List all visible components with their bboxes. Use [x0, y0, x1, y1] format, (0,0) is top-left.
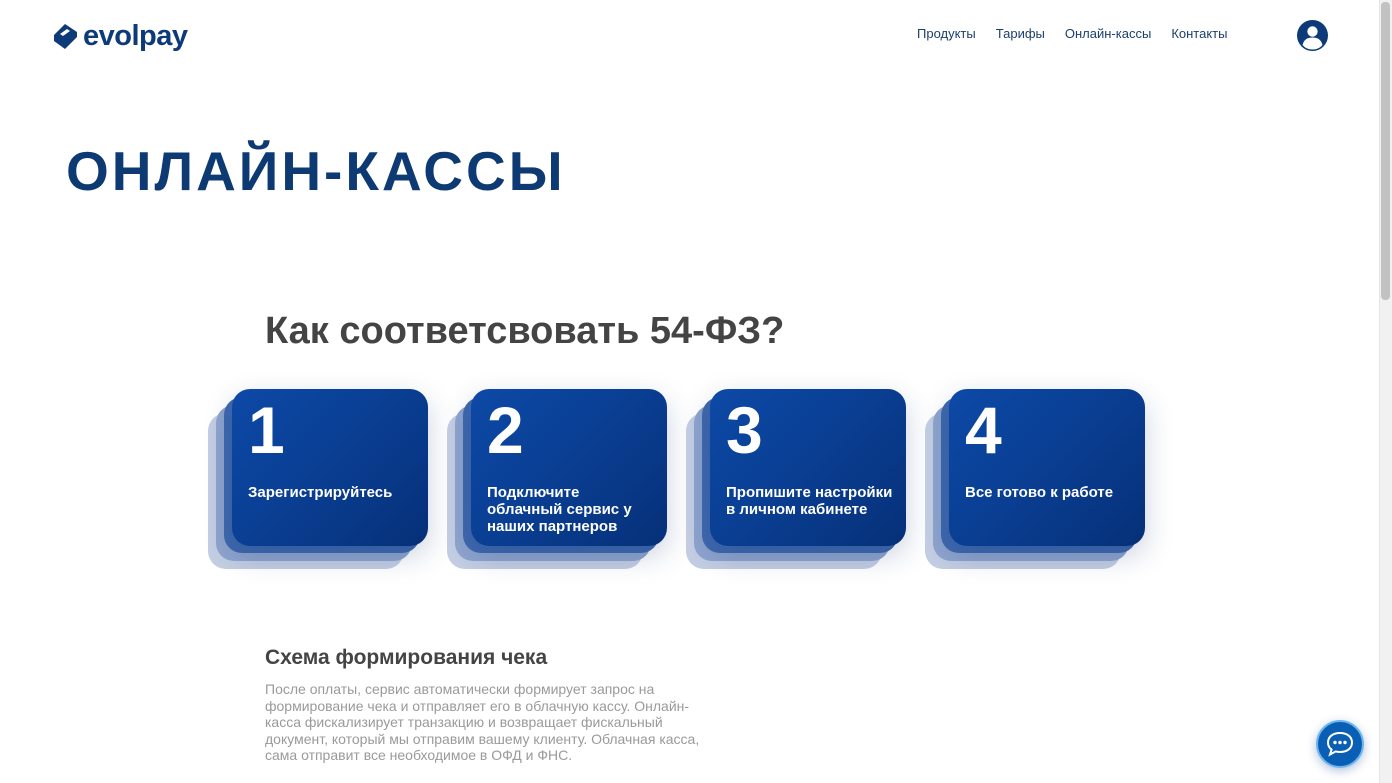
step-card-2: 2 Подключите облачный сервис у наших пар… [447, 389, 667, 571]
nav-contacts[interactable]: Контакты [1171, 26, 1227, 42]
step-card-face: 1 Зарегистрируйтесь [232, 389, 428, 546]
scheme-heading: Схема формирования чека [265, 646, 548, 669]
step-number: 1 [248, 393, 285, 467]
step-card-face: 2 Подключите облачный сервис у наших пар… [471, 389, 667, 546]
step-label: Подключите облачный сервис у наших партн… [487, 484, 632, 535]
steps-list: 1 Зарегистрируйтесь 2 Подключите облачны… [208, 389, 1148, 574]
nav-products[interactable]: Продукты [917, 26, 976, 42]
step-label: Пропишите настройки в личном кабинете [726, 484, 893, 518]
main-nav: Продукты Тарифы Онлайн-кассы Контакты [917, 26, 1227, 42]
evolpay-logo-icon [54, 24, 77, 49]
scheme-description: После оплаты, сервис автоматически форми… [265, 681, 700, 764]
brand-logo[interactable]: evolpay [51, 19, 188, 51]
nav-online-kassas[interactable]: Онлайн-кассы [1065, 26, 1151, 42]
step-number: 2 [487, 393, 524, 467]
step-number: 3 [726, 393, 763, 467]
page-title: ОНЛАЙН-КАССЫ [66, 140, 566, 202]
brand-name: evolpay [83, 20, 188, 52]
step-label: Все готово к работе [965, 484, 1114, 501]
step-label: Зарегистрируйтесь [248, 484, 393, 501]
chat-button[interactable] [1316, 720, 1364, 768]
nav-tariffs[interactable]: Тарифы [996, 26, 1045, 42]
compliance-heading: Как соответсвовать 54-ФЗ? [265, 310, 785, 352]
user-avatar-icon[interactable] [1297, 20, 1328, 51]
step-card-4: 4 Все готово к работе [925, 389, 1145, 571]
step-card-1: 1 Зарегистрируйтесь [208, 389, 428, 571]
step-card-face: 3 Пропишите настройки в личном кабинете [710, 389, 906, 546]
chat-bubble-icon [1326, 731, 1354, 757]
page-scrollbar[interactable] [1379, 0, 1392, 783]
step-card-face: 4 Все готово к работе [949, 389, 1145, 546]
step-number: 4 [965, 393, 1002, 467]
scrollbar-thumb[interactable] [1381, 2, 1390, 300]
page: evolpay Продукты Тарифы Онлайн-кассы Кон… [0, 0, 1392, 783]
step-card-3: 3 Пропишите настройки в личном кабинете [686, 389, 906, 571]
